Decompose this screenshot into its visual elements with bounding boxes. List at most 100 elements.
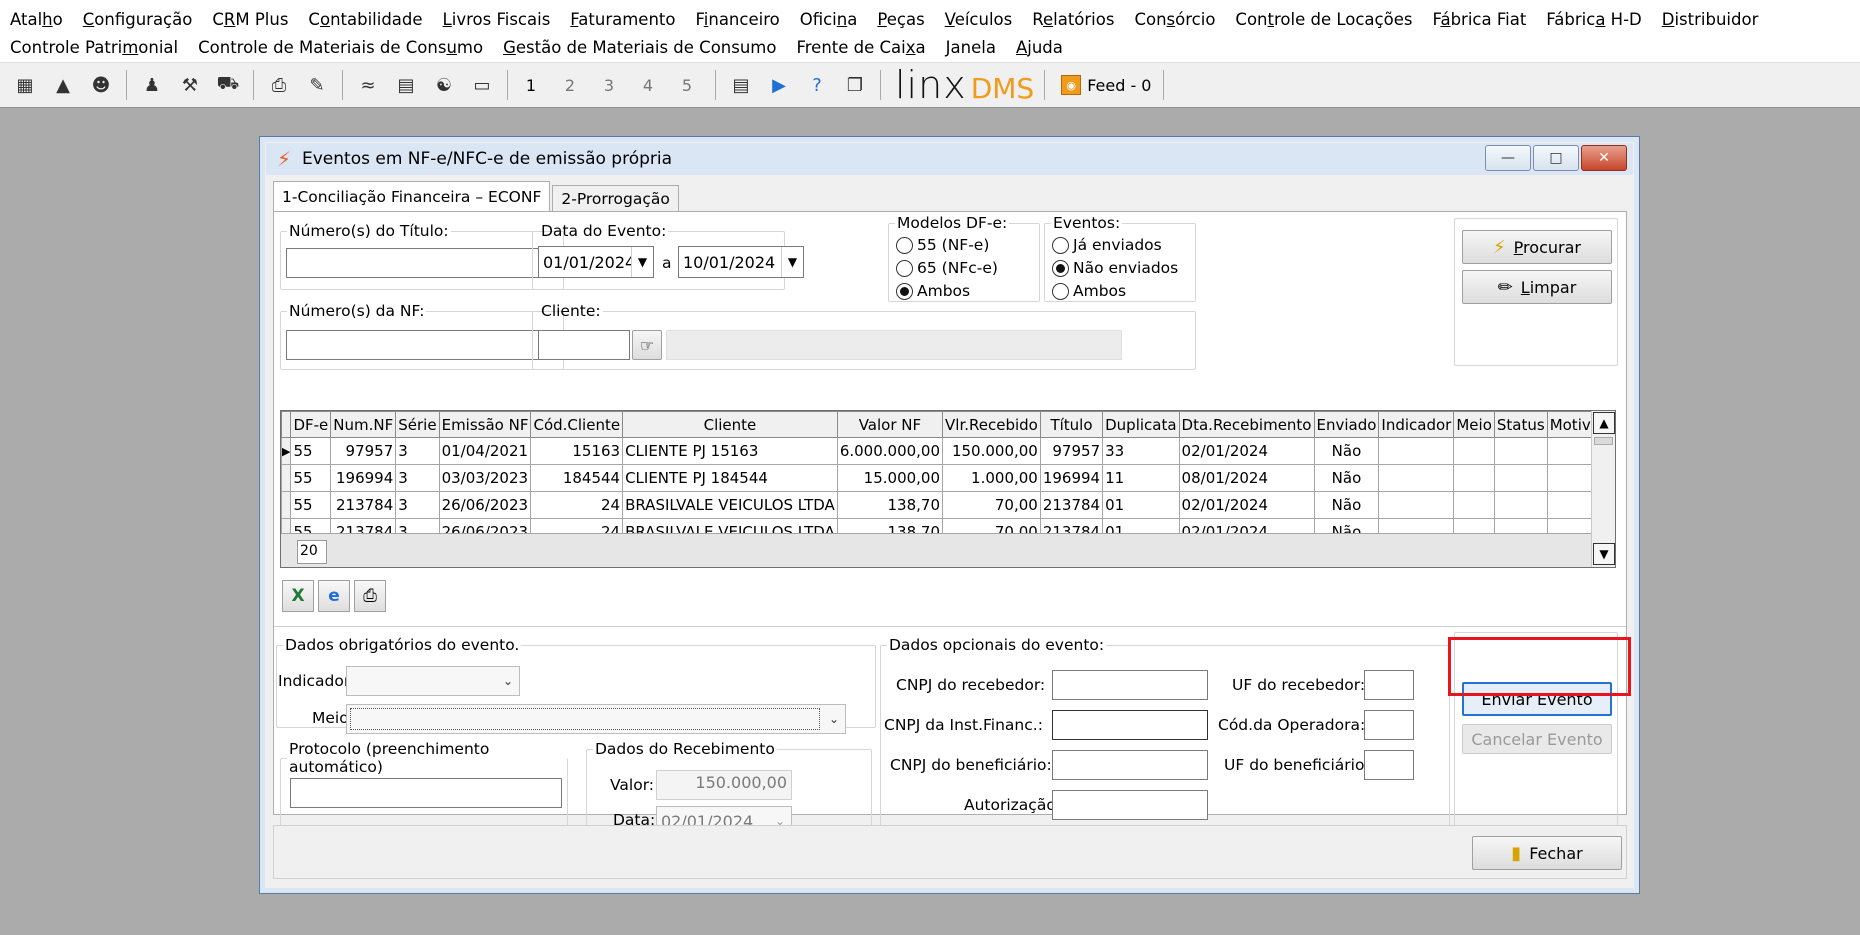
radio-modelo-65[interactable]: 65 (NFc-e) (896, 259, 998, 277)
meio-select[interactable]: ⌄ (346, 704, 846, 734)
menu-row1-0[interactable]: Atalho (10, 10, 63, 29)
column-header[interactable]: Emissão NF (438, 411, 532, 438)
nf-input[interactable] (286, 330, 560, 360)
radio-ja-enviados[interactable]: Já enviados (1052, 236, 1162, 254)
menu-row1-6[interactable]: Financeiro (695, 10, 779, 29)
column-header[interactable]: Título (1039, 411, 1104, 438)
workspace-5-button[interactable]: 5 (674, 76, 700, 95)
cnpj-inst-input[interactable] (1052, 710, 1208, 740)
menu-row2-1[interactable]: Controle de Materiais de Consumo (198, 38, 483, 57)
menu-row1-11[interactable]: Consórcio (1134, 10, 1215, 29)
cnpj-beneficiario-input[interactable] (1052, 750, 1208, 780)
column-header[interactable]: Status (1493, 411, 1548, 438)
menu-row2-0[interactable]: Controle Patrimonial (10, 38, 178, 57)
autorizacao-input[interactable] (1052, 790, 1208, 820)
tab-conciliacao[interactable]: 1-Conciliação Financeira – ECONF (273, 181, 551, 211)
column-header[interactable]: Série (395, 411, 440, 438)
workspace-2-button[interactable]: 2 (557, 76, 583, 95)
menu-row2-3[interactable]: Frente de Caixa (796, 38, 925, 57)
browser-export-button[interactable]: e (318, 580, 350, 612)
scroll-thumb[interactable] (1594, 437, 1613, 445)
menu-row1-5[interactable]: Faturamento (570, 10, 675, 29)
radio-modelo-ambos[interactable]: Ambos (896, 282, 970, 300)
column-header[interactable]: Vlr.Recebido (942, 411, 1041, 438)
cliente-input[interactable] (538, 330, 630, 360)
fechar-button[interactable]: ▮ Fechar (1472, 836, 1622, 870)
play-icon[interactable]: ▶ (764, 70, 794, 100)
dialog-titlebar[interactable]: ⚡ Eventos em NF-e/NFC-e de emissão própr… (266, 143, 1633, 175)
menu-row2-2[interactable]: Gestão de Materiais de Consumo (503, 38, 776, 57)
menu-row1-13[interactable]: Fábrica Fiat (1432, 10, 1526, 29)
cod-operadora-input[interactable] (1364, 710, 1414, 740)
column-header[interactable]: Num.NF (330, 411, 397, 438)
workspace-3-button[interactable]: 3 (596, 76, 622, 95)
column-header[interactable]: Indicador (1378, 411, 1455, 438)
people-icon[interactable]: ♟ (137, 70, 167, 100)
radio-modelo-55[interactable]: 55 (NF-e) (896, 236, 989, 254)
cnpj-recebedor-input[interactable] (1052, 670, 1208, 700)
menu-row1-2[interactable]: CRM Plus (212, 10, 288, 29)
tab-prorrogacao[interactable]: 2-Prorrogação (552, 185, 679, 211)
maximize-button[interactable]: □ (1533, 145, 1579, 171)
menu-row1-7[interactable]: Oficina (800, 10, 858, 29)
windows-icon[interactable]: ❐ (840, 70, 870, 100)
scroll-down-button[interactable]: ▼ (1593, 543, 1615, 565)
chart-icon[interactable]: ≈ (353, 70, 383, 100)
cliente-search-button[interactable]: ☞ (632, 330, 662, 360)
page-icon[interactable]: ▤ (726, 70, 756, 100)
cancelar-evento-button[interactable]: Cancelar Evento (1462, 724, 1612, 754)
data-ate-picker[interactable]: 10/01/2024 ▼ (678, 246, 804, 278)
protocolo-input[interactable] (290, 778, 562, 808)
menu-row1-8[interactable]: Peças (877, 10, 924, 29)
help-icon[interactable]: ? (802, 70, 832, 100)
printer-icon[interactable]: ⎙ (264, 70, 294, 100)
indicador-select[interactable]: ⌄ (346, 666, 520, 696)
chart-bars-icon[interactable]: ▤ (391, 70, 421, 100)
chevron-down-icon[interactable]: ▼ (631, 247, 653, 277)
menu-row1-1[interactable]: Configuração (83, 10, 193, 29)
tools-icon[interactable]: ⚒ (175, 70, 205, 100)
menu-row1-14[interactable]: Fábrica H-D (1546, 10, 1641, 29)
chevron-down-icon[interactable]: ▼ (781, 247, 803, 277)
column-header[interactable]: Meio (1453, 411, 1495, 438)
radio-eventos-ambos[interactable]: Ambos (1052, 282, 1126, 300)
column-header[interactable]: DF-e (290, 411, 332, 438)
menu-row1-3[interactable]: Contabilidade (308, 10, 422, 29)
close-button[interactable]: ✕ (1581, 145, 1627, 171)
lock-icon[interactable]: ▲ (48, 70, 78, 100)
results-grid[interactable]: DF-e Num.NF Série Emissão NF Cód.Cliente Clie… (280, 410, 1616, 568)
user-help-icon[interactable]: ☻ (86, 70, 116, 100)
uf-recebedor-input[interactable] (1364, 670, 1414, 700)
excel-export-button[interactable]: X (282, 580, 314, 612)
menu-row1-10[interactable]: Relatórios (1032, 10, 1114, 29)
table-row[interactable]: 55 196994 3 03/03/2023 184544 CLIENTE PJ 1845… (281, 464, 1615, 492)
menu-row1-4[interactable]: Livros Fiscais (443, 10, 551, 29)
column-header[interactable]: Valor NF (836, 411, 944, 438)
column-header[interactable]: Cód.Cliente (530, 411, 624, 438)
minimize-button[interactable]: — (1485, 145, 1531, 171)
menu-row1-15[interactable]: Distribuidor (1662, 10, 1759, 29)
row-selector[interactable] (281, 464, 292, 492)
row-selector-current[interactable]: ▶ (281, 437, 292, 465)
titulo-input[interactable] (286, 248, 560, 278)
column-header[interactable]: Enviado (1313, 411, 1380, 438)
feed-button[interactable]: ◉ Feed - 0 (1061, 75, 1151, 95)
workflow-icon[interactable]: ☯ (429, 70, 459, 100)
radio-nao-enviados[interactable]: Não enviados (1052, 259, 1178, 277)
menu-row1-12[interactable]: Controle de Locações (1235, 10, 1412, 29)
menu-row1-9[interactable]: Veículos (945, 10, 1013, 29)
limpar-button[interactable]: ✏ Limpar (1462, 270, 1612, 304)
car-icon[interactable]: ⛟ (213, 70, 243, 100)
grid-vertical-scrollbar[interactable]: ▲ ▼ (1591, 411, 1615, 567)
document-edit-icon[interactable]: ✎ (302, 70, 332, 100)
table-row[interactable]: ▶ 55 97957 3 01/04/2021 15163 CLIENTE PJ 15163… (281, 437, 1615, 465)
scroll-up-button[interactable]: ▲ (1593, 412, 1615, 434)
row-selector[interactable] (281, 491, 292, 519)
print-button[interactable]: ⎙ (354, 580, 386, 612)
graph-icon[interactable]: ▭ (467, 70, 497, 100)
data-de-picker[interactable]: 01/01/2024 ▼ (538, 246, 654, 278)
column-header[interactable]: Duplicata (1102, 411, 1180, 438)
uf-beneficiario-input[interactable] (1364, 750, 1414, 780)
menu-row2-4[interactable]: Janela (946, 38, 996, 57)
column-header[interactable]: Cliente (622, 411, 838, 438)
